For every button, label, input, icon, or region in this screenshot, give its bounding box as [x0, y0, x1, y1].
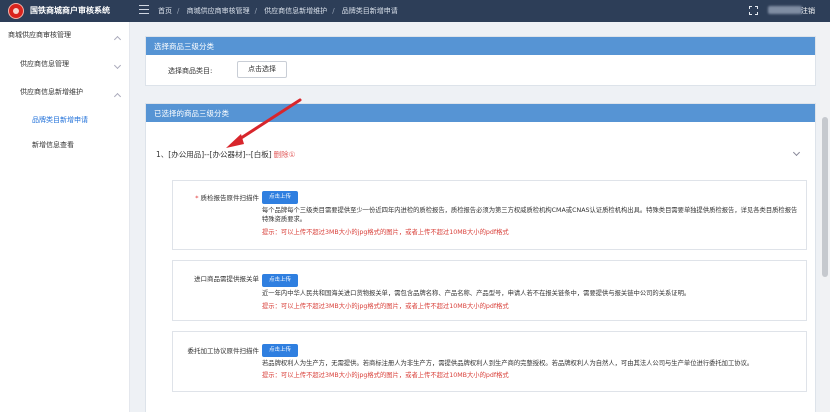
sidebar-item-label: 供应商信息新增维护 — [20, 88, 83, 96]
scrollbar-thumb[interactable] — [822, 117, 828, 277]
breadcrumb-audit-mgmt[interactable]: 商城供应商审核管理 — [187, 7, 250, 15]
section-title: 已选择的商品三级分类 — [146, 104, 815, 122]
upload-button[interactable]: 点击上传 — [262, 191, 299, 204]
logo-icon — [8, 3, 24, 19]
breadcrumb-current: 品牌类目新增申请 — [341, 7, 398, 15]
selected-category-path: 1、[办公用品]--[办公器材]--[白板] — [156, 150, 272, 159]
document-tip: 提示：可以上传不超过3MB大小的jpg格式的图片，或者上传不超过10MB大小的p… — [262, 229, 509, 236]
sidebar-item-brand-category[interactable]: 品牌类目新增申请 — [0, 115, 130, 133]
document-row-oem-agreement: 委托加工协议原件扫描件 点击上传 若品牌权利人为生产方，无需提供。若商标注册人为… — [172, 331, 807, 392]
document-label: 委托加工协议原件扫描件 — [187, 347, 260, 355]
sidebar-item-label: 商城供应商审核管理 — [8, 31, 71, 39]
document-row-customs-declaration: 进口商品需提供报关单 点击上传 近一年内中华人民共和国海关进口货物报关单，需包含… — [172, 260, 807, 321]
sidebar-item-supplier-info[interactable]: 供应商信息管理 — [0, 59, 130, 77]
app-title: 国铁商城商户审核系统 — [30, 6, 110, 15]
document-tip: 提示：可以上传不超过3MB大小的jpg格式的图片，或者上传不超过10MB大小的p… — [262, 372, 509, 379]
select-category-card: 选择商品三级分类 选择商品类目: 点击选择 — [145, 36, 816, 86]
sidebar-item-label: 品牌类目新增申请 — [32, 116, 88, 124]
selected-category-card: 已选择的商品三级分类 1、[办公用品]--[办公器材]--[白板] 删除① * 质检… — [145, 103, 816, 412]
sidebar: 商城供应商审核管理 供应商信息管理 供应商信息新增维护 品牌类目新增申请 新增信… — [0, 22, 130, 412]
chevron-down-icon[interactable] — [792, 148, 801, 157]
main-content: 选择商品三级分类 选择商品类目: 点击选择 已选择的商品三级分类 1、[办公用品… — [131, 22, 830, 412]
top-bar: 国铁商城商户审核系统 首页 / 商城供应商审核管理 / 供应商信息新增维护 / 品牌类… — [0, 0, 830, 22]
document-row-quality-report: * 质检报告原件扫描件 点击上传 每个品牌每个三级类目需要提供至少一份近四年内进检… — [172, 180, 807, 250]
chevron-down-icon — [113, 61, 122, 70]
sidebar-item-label: 新增信息查看 — [32, 141, 74, 149]
sidebar-item-audit-mgmt[interactable]: 商城供应商审核管理 — [0, 30, 130, 48]
delete-link[interactable]: 删除① — [274, 150, 296, 159]
scrollbar[interactable] — [820, 22, 830, 412]
sidebar-item-info-maint[interactable]: 供应商信息新增维护 — [0, 87, 130, 105]
document-description: 若品牌权利人为生产方，无需提供。若商标注册人为非生产方，需提供品牌权利人到生产商… — [262, 360, 754, 367]
sidebar-item-label: 供应商信息管理 — [20, 60, 69, 68]
document-label: 进口商品需提供报关单 — [194, 275, 259, 283]
document-description: 近一年内中华人民共和国海关进口货物报关单，需包含品牌名称、产品名称、产品型号，申… — [262, 290, 691, 297]
document-label: * 质检报告原件扫描件 — [195, 194, 259, 202]
chevron-up-icon — [113, 92, 122, 101]
breadcrumb-info-maint[interactable]: 供应商信息新增维护 — [264, 7, 327, 15]
select-category-button[interactable]: 点击选择 — [237, 61, 287, 78]
sidebar-item-view-new-info[interactable]: 新增信息查看 — [0, 140, 130, 158]
chevron-up-icon — [113, 35, 122, 44]
select-category-label: 选择商品类目: — [168, 67, 213, 75]
fullscreen-icon[interactable] — [749, 6, 758, 15]
user-name-blurred — [768, 6, 802, 14]
selected-category-item: 1、[办公用品]--[办公器材]--[白板] 删除① — [156, 149, 295, 160]
menu-toggle-icon[interactable] — [139, 5, 149, 15]
breadcrumb-home[interactable]: 首页 — [158, 7, 172, 15]
breadcrumb: 首页 / 商城供应商审核管理 / 供应商信息新增维护 / 品牌类目新增申请 — [158, 7, 398, 15]
upload-button[interactable]: 点击上传 — [262, 274, 299, 287]
logout-link[interactable]: 注销 — [801, 6, 815, 16]
upload-button[interactable]: 点击上传 — [262, 344, 299, 357]
document-description: 每个品牌每个三级类目需要提供至少一份近四年内进检的质检报告，质检报告必须为第三方… — [262, 207, 798, 223]
section-title: 选择商品三级分类 — [146, 37, 815, 55]
document-tip: 提示：可以上传不超过3MB大小的jpg格式的图片，或者上传不超过10MB大小的p… — [262, 303, 509, 310]
